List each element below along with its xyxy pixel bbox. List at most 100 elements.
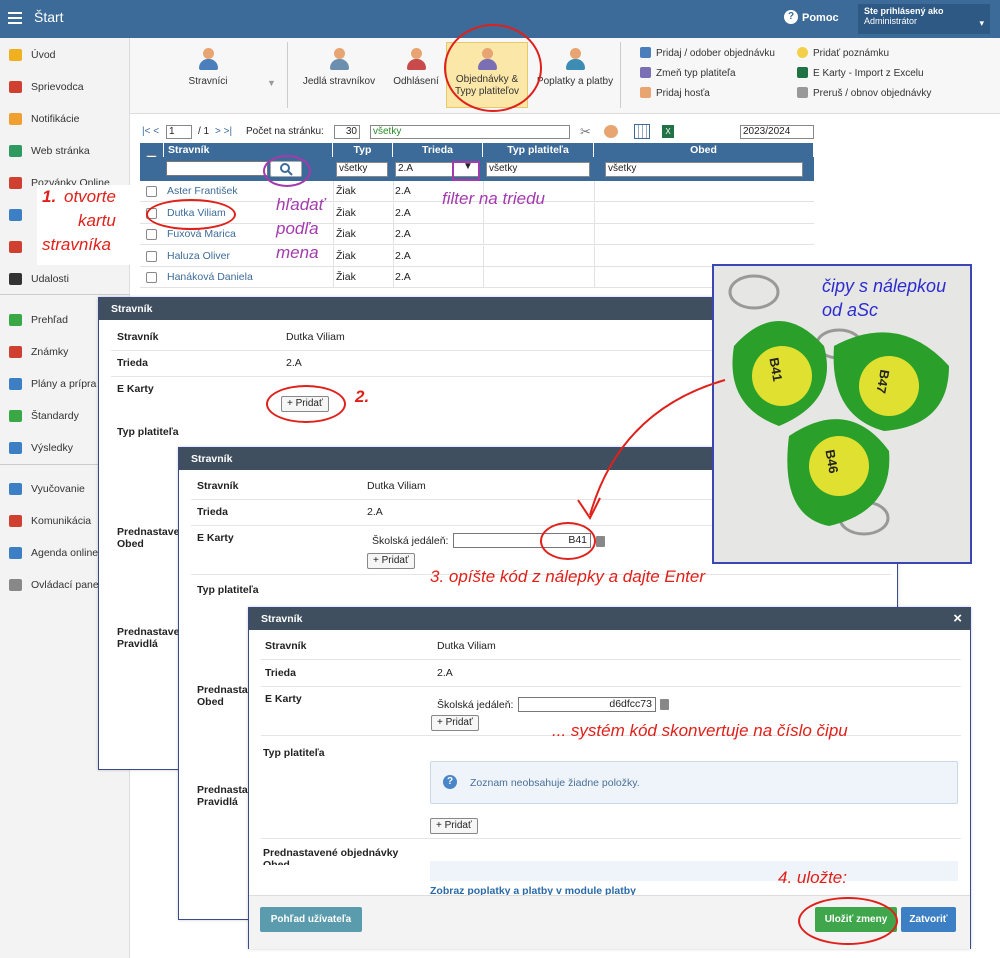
year-select[interactable]: 2023/2024 xyxy=(740,125,814,139)
user-box[interactable]: Ste prihlásený ako Administrátor ▾ xyxy=(858,4,990,34)
tools-icon[interactable]: ✂ xyxy=(580,124,596,139)
help-icon[interactable]: ? xyxy=(784,10,798,24)
field-name-value: Dutka Viliam xyxy=(437,640,496,652)
pager: |< < 1 / 1 > >| Počet na stránku: 30 vše… xyxy=(140,124,815,140)
link-pridat-poznamku[interactable]: Pridať poznámku xyxy=(797,47,889,59)
check-icon xyxy=(9,314,22,326)
sidebar-item-label: Úvod xyxy=(31,49,56,61)
add-ecard-button[interactable]: + Pridať xyxy=(367,553,415,569)
row-type: Žiak xyxy=(336,271,356,283)
column-divider xyxy=(483,224,484,245)
filter-select[interactable]: všetky xyxy=(370,125,570,139)
sidebar-item[interactable]: Úvod xyxy=(0,43,130,67)
header-obed[interactable]: Obed xyxy=(594,143,814,157)
photo-caption: čipy s nálepkou xyxy=(822,276,947,296)
excel-icon xyxy=(797,67,808,78)
link-zmen-typ[interactable]: Zmeň typ platiteľa xyxy=(640,67,736,79)
sidebar-item[interactable]: Udalosti xyxy=(0,267,130,291)
person-icon[interactable] xyxy=(604,125,618,138)
table-row[interactable]: Fuxová Marica Žiak 2.A xyxy=(140,224,814,245)
field-label: Obed xyxy=(197,696,224,708)
add-ecard-button[interactable]: + Pridať xyxy=(431,715,479,731)
menu-icon[interactable] xyxy=(8,12,22,14)
row-name[interactable]: Hanáková Daniela xyxy=(167,267,253,288)
column-divider xyxy=(393,267,394,288)
field-class-value: 2.A xyxy=(286,357,302,369)
view-user-button[interactable]: Pohľad užívateľa xyxy=(260,907,362,932)
name-search-input[interactable] xyxy=(166,161,268,176)
row-checkbox[interactable] xyxy=(146,272,157,283)
person-icon xyxy=(9,241,22,253)
info-box xyxy=(430,861,958,881)
field-label: Typ platiteľa xyxy=(117,426,179,438)
toolbar-label: Poplatky a platby xyxy=(536,76,614,87)
row-type: Žiak xyxy=(336,206,356,219)
field-label: Pravidlá xyxy=(117,638,158,650)
field-label: Pravidlá xyxy=(197,796,238,808)
link-import-excel[interactable]: E Karty - Import z Excelu xyxy=(797,67,924,79)
header-typ-platitela[interactable]: Typ platiteľa xyxy=(483,143,594,157)
lunch-filter[interactable]: všetky xyxy=(605,162,803,177)
trash-icon[interactable] xyxy=(596,536,605,547)
header-trieda[interactable]: Trieda xyxy=(393,143,483,157)
sidebar-item[interactable]: Sprievodca xyxy=(0,75,130,99)
pager-next-last[interactable]: > >| xyxy=(215,126,232,137)
annotation-step4: 4. uložte: xyxy=(778,868,847,887)
sidebar-item-label: Prehľad xyxy=(31,314,68,326)
pager-first-prev[interactable]: |< < xyxy=(142,126,159,137)
per-page-label: Počet na stránku: xyxy=(246,126,324,137)
annotation-step1: kartu xyxy=(78,211,116,230)
row-class: 2.A xyxy=(395,206,411,219)
row-checkbox[interactable] xyxy=(146,229,157,240)
highlight-oval xyxy=(798,897,898,945)
per-page-input[interactable]: 30 xyxy=(334,125,360,139)
close-button[interactable]: Zatvoriť xyxy=(901,907,956,932)
type-filter[interactable]: všetky xyxy=(336,162,388,177)
row-name[interactable]: Haluza Oliver xyxy=(167,246,230,267)
columns-icon[interactable] xyxy=(634,124,650,139)
toolbar-label: Stravníci xyxy=(188,76,228,87)
chevron-down-icon[interactable]: ▼ xyxy=(267,78,276,88)
help-link[interactable]: Pomoc xyxy=(802,12,839,24)
calendar-icon xyxy=(9,177,22,189)
page-of: / 1 xyxy=(198,126,210,137)
payer-filter[interactable]: všetky xyxy=(486,162,590,177)
sidebar-item[interactable]: Notifikácie xyxy=(0,107,130,131)
trash-icon[interactable] xyxy=(660,699,669,710)
close-icon[interactable]: × xyxy=(953,610,962,627)
row-checkbox[interactable] xyxy=(146,250,157,262)
link-pridaj-objednavku[interactable]: Pridaj / odober objednávku xyxy=(640,47,775,59)
row-type: Žiak xyxy=(336,249,356,262)
ecard-chip-input[interactable]: d6dfcc73 xyxy=(518,697,656,712)
field-label: Stravník xyxy=(197,480,239,492)
link-pridaj-hosta[interactable]: Pridaj hosťa xyxy=(640,87,710,99)
row-class: 2.A xyxy=(395,249,411,262)
toolbar-button-jedla[interactable]: Jedlá stravníkov xyxy=(296,48,382,88)
header-typ[interactable]: Typ xyxy=(333,143,393,157)
toolbar-button-poplatky[interactable]: Poplatky a platby xyxy=(532,48,618,88)
page-select[interactable]: 1 xyxy=(166,125,192,139)
add-payer-type-button[interactable]: + Pridať xyxy=(430,818,478,834)
toolbar-button-odhlaseni[interactable]: Odhlásení xyxy=(386,48,446,88)
excel-icon[interactable]: X xyxy=(662,125,674,138)
person-icon xyxy=(198,48,218,70)
header-stravnik[interactable]: Stravník xyxy=(164,143,333,157)
row-type: Žiak xyxy=(336,228,356,240)
annotation-step1: stravníka xyxy=(42,235,111,254)
arrow xyxy=(577,379,726,520)
sidebar-item[interactable]: Web stránka xyxy=(0,139,130,163)
column-divider xyxy=(333,181,334,202)
toolbar: Stravníci ▼ Jedlá stravníkov Odhlásení O… xyxy=(130,38,1000,114)
field-label: Obed xyxy=(117,538,144,550)
annotation-step3: 3. opíšte kód z nálepky a dajte Enter xyxy=(430,567,706,586)
bars-icon xyxy=(9,442,22,454)
mail-icon xyxy=(9,113,22,125)
divider xyxy=(261,838,961,839)
row-checkbox[interactable] xyxy=(146,186,157,197)
photo-caption: od aSc xyxy=(822,300,879,320)
toolbar-button-stravnici[interactable]: Stravníci xyxy=(178,48,238,88)
link-prerus[interactable]: Preruš / obnov objednávky xyxy=(797,87,931,99)
field-label: Prednastavené objednávky xyxy=(263,847,399,859)
column-divider xyxy=(393,181,394,202)
select-all-header xyxy=(140,143,164,166)
